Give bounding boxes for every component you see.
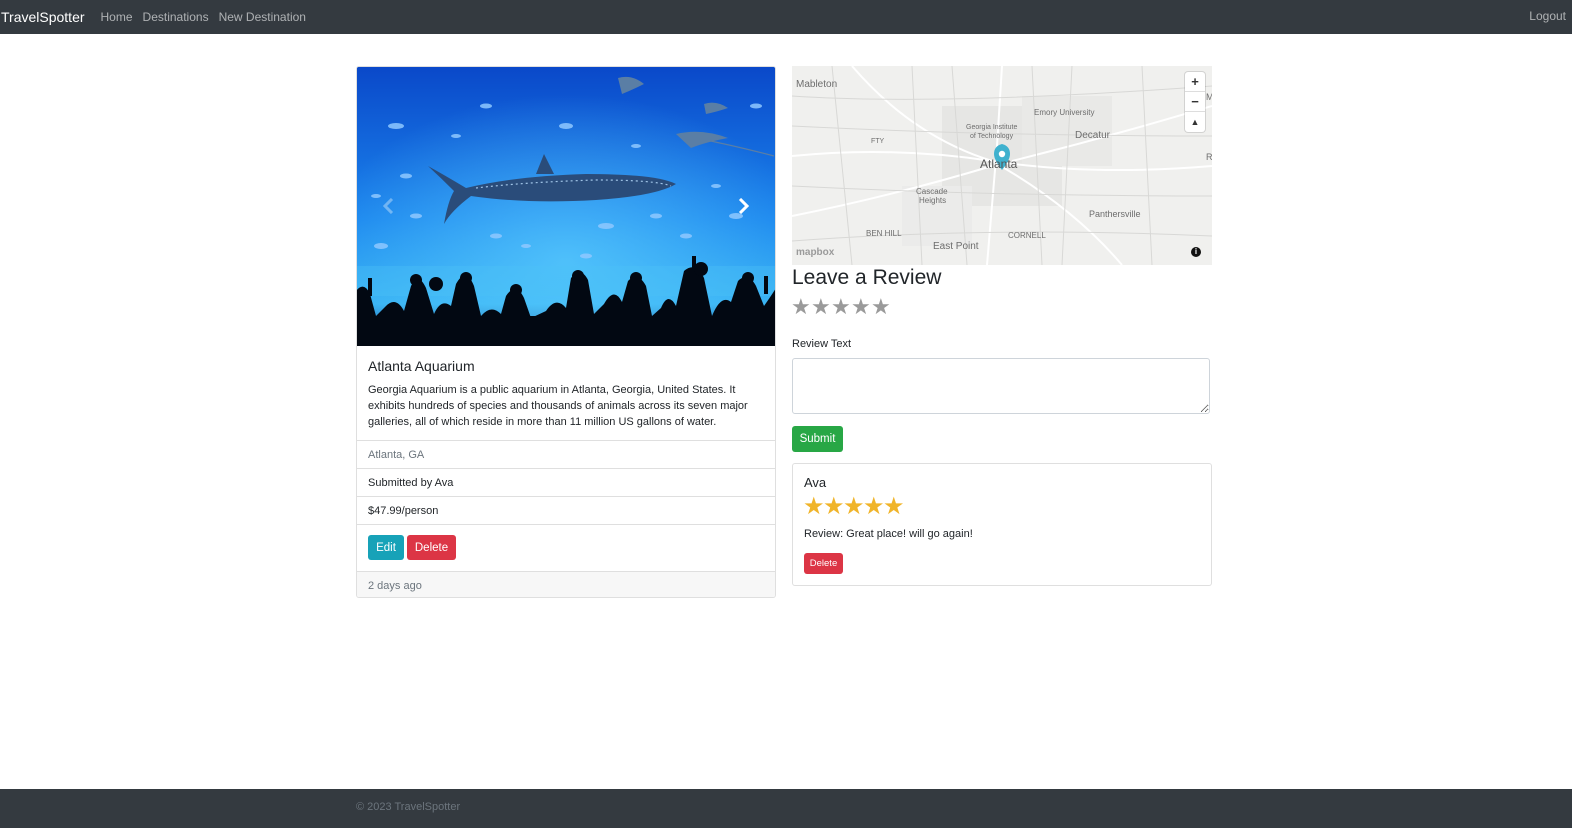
map-label: Decatur xyxy=(1075,130,1111,141)
map-label: FTY xyxy=(871,138,885,145)
location-map[interactable]: Mableton Emory University Georgia Instit… xyxy=(792,66,1212,265)
map-controls: + − ▲ xyxy=(1185,72,1205,132)
delete-review-button[interactable]: Delete xyxy=(804,553,843,574)
star-filled-icon: ★ xyxy=(883,493,905,520)
star-filled-icon: ★ xyxy=(863,493,885,520)
review-text: Review: Great place! will go again! xyxy=(804,528,973,540)
destination-title: Atlanta Aquarium xyxy=(368,358,475,374)
star-icon[interactable]: ★ xyxy=(811,296,831,318)
edit-button[interactable]: Edit xyxy=(368,535,404,560)
carousel-next-button[interactable] xyxy=(728,190,758,222)
review-text-label: Review Text xyxy=(792,338,852,350)
image-carousel xyxy=(357,67,775,346)
nav-link-home[interactable]: Home xyxy=(101,10,133,24)
navbar: TravelSpotter Home Destinations New Dest… xyxy=(0,0,1572,34)
compass-button[interactable]: ▲ xyxy=(1185,112,1205,131)
star-icon[interactable]: ★ xyxy=(851,296,871,318)
star-icon[interactable]: ★ xyxy=(871,296,891,318)
map-label: Atlanta xyxy=(980,157,1018,171)
nav-link-destinations[interactable]: Destinations xyxy=(143,10,209,24)
zoom-in-button[interactable]: + xyxy=(1185,72,1205,92)
map-label: Emory University xyxy=(1034,108,1095,117)
footer-copyright: © 2023 TravelSpotter xyxy=(356,801,461,813)
nav-link-logout[interactable]: Logout xyxy=(1529,9,1566,23)
star-icon[interactable]: ★ xyxy=(791,296,811,318)
zoom-out-button[interactable]: − xyxy=(1185,92,1205,112)
star-filled-icon: ★ xyxy=(803,493,825,520)
destination-card-body: Atlanta Aquarium Georgia Aquarium is a p… xyxy=(357,346,775,441)
destination-card: Atlanta Aquarium Georgia Aquarium is a p… xyxy=(356,66,776,598)
destination-price: $47.99/person xyxy=(357,497,775,525)
map-label: Cascade xyxy=(916,187,948,196)
map-label: CORNELL xyxy=(1008,231,1046,240)
destination-posted-time: 2 days ago xyxy=(357,572,775,597)
carousel-prev-button[interactable] xyxy=(374,190,404,222)
review-text-input[interactable] xyxy=(792,358,1210,414)
map-label: East Point xyxy=(933,241,979,252)
chevron-right-icon xyxy=(738,198,749,214)
map-label: BEN HILL xyxy=(866,229,902,238)
nav-link-new-destination[interactable]: New Destination xyxy=(219,10,306,24)
map-label: R xyxy=(1206,152,1212,162)
map-label: Panthersville xyxy=(1089,209,1141,219)
chevron-left-icon xyxy=(383,198,394,214)
star-filled-icon: ★ xyxy=(823,493,845,520)
review-card: Ava ★ ★ ★ ★ ★ Review: Great place! will … xyxy=(792,463,1212,586)
destination-actions: Edit Delete xyxy=(357,525,775,572)
map-label: M xyxy=(1206,92,1212,102)
review-rating: ★ ★ ★ ★ ★ xyxy=(803,493,905,520)
submit-review-button[interactable]: Submit xyxy=(792,426,843,452)
review-author: Ava xyxy=(804,475,827,490)
map-label: of Technology xyxy=(970,133,1014,140)
delete-button[interactable]: Delete xyxy=(407,535,456,560)
mapbox-logo[interactable]: mapbox xyxy=(796,247,834,258)
page-footer: © 2023 TravelSpotter xyxy=(0,789,1572,828)
destination-submitted-by: Submitted by Ava xyxy=(357,469,775,497)
map-label: Mableton xyxy=(796,79,838,90)
destination-location: Atlanta, GA xyxy=(357,441,775,469)
map-label: Georgia Institute xyxy=(966,124,1018,131)
aquarium-image xyxy=(357,67,775,346)
attribution-info-icon[interactable]: i xyxy=(1191,247,1201,257)
review-form-heading: Leave a Review xyxy=(792,266,942,289)
star-filled-icon: ★ xyxy=(843,493,865,520)
destination-description: Georgia Aquarium is a public aquarium in… xyxy=(368,384,748,428)
brand-link[interactable]: TravelSpotter xyxy=(1,9,85,25)
map-label: Heights xyxy=(919,196,947,205)
star-rating-input[interactable]: ★ ★ ★ ★ ★ xyxy=(791,296,891,318)
star-icon[interactable]: ★ xyxy=(831,296,851,318)
